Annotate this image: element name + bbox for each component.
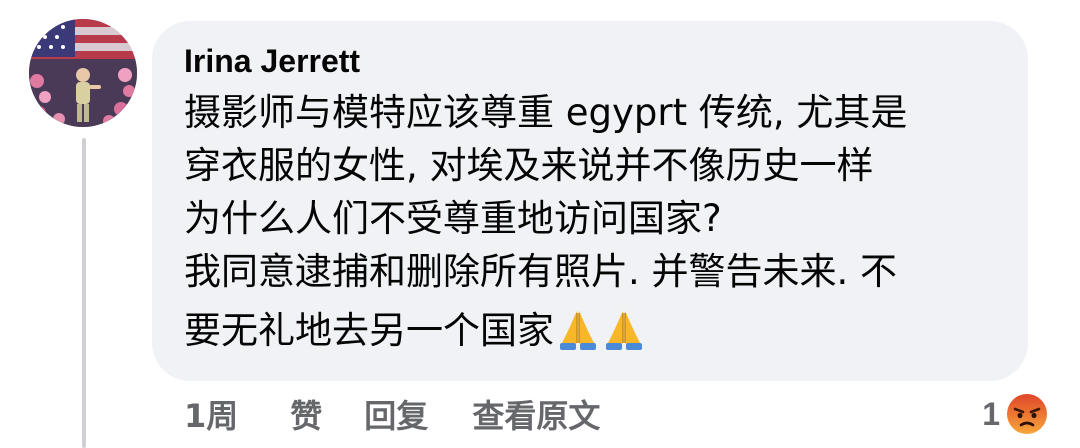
comment-author-name[interactable]: Irina Jerrett — [184, 40, 360, 82]
avatar[interactable] — [29, 19, 137, 127]
comment-line-last: 要无礼地去另一个国家 — [184, 298, 1014, 364]
angry-reaction-icon — [1004, 391, 1050, 437]
comment-thread: Irina Jerrett 摄影师与模特应该尊重 egyprt 传统, 尤其是 … — [0, 0, 1080, 448]
comment-line: 穿衣服的女性, 对埃及来说并不像历史一样 — [184, 144, 874, 187]
avatar-image — [29, 19, 137, 127]
comment-actions: 1周 赞 回复 查看原文 — [184, 392, 600, 436]
folded-hands-icon — [556, 306, 600, 372]
comment-text: 摄影师与模特应该尊重 egyprt 传统, 尤其是 穿衣服的女性, 对埃及来说并… — [184, 86, 1014, 364]
comment-line: 为什么人们不受尊重地访问国家? — [184, 197, 722, 240]
reaction-count: 1 — [982, 395, 1000, 432]
comment-line: 我同意逮捕和删除所有照片. 并警告未来. 不 — [184, 250, 898, 293]
reply-button[interactable]: 回复 — [364, 391, 428, 437]
folded-hands-icon — [602, 306, 646, 372]
like-button[interactable]: 赞 — [290, 391, 322, 437]
comment-timestamp[interactable]: 1周 — [184, 391, 238, 437]
comment-line: 要无礼地去另一个国家 — [184, 309, 554, 352]
comment-line: 摄影师与模特应该尊重 egyprt 传统, 尤其是 — [184, 91, 908, 134]
see-original-button[interactable]: 查看原文 — [472, 391, 600, 437]
reaction-summary[interactable]: 1 — [982, 386, 1050, 442]
thread-connector-line — [82, 138, 86, 448]
